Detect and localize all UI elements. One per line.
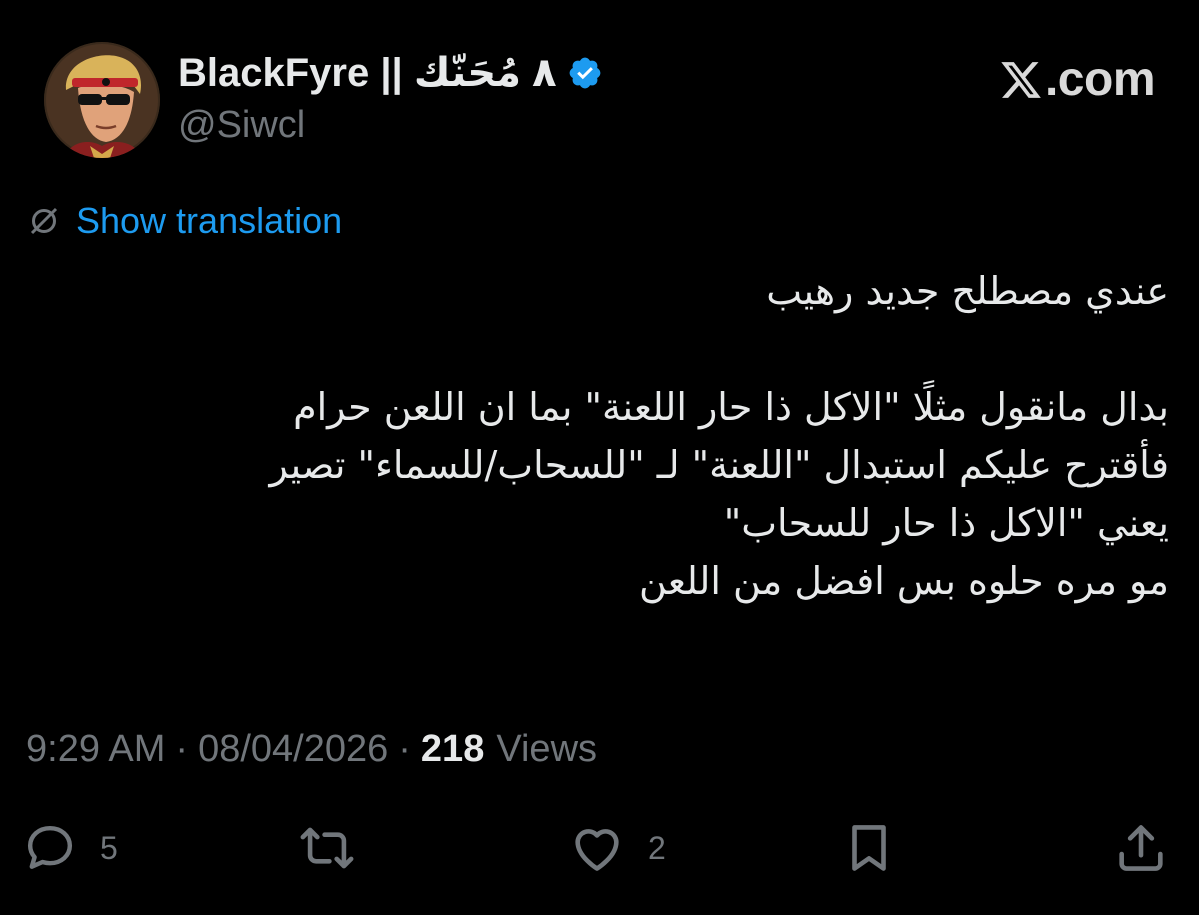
x-logo-icon: [999, 58, 1043, 102]
show-translation-link[interactable]: Show translation: [76, 200, 342, 242]
meta-separator: ·: [398, 728, 411, 770]
meta-separator: ·: [175, 728, 189, 770]
author-name-row: BlackFyre || ٨ مُحَنّك: [178, 50, 603, 96]
reply-button[interactable]: 5: [22, 818, 118, 878]
tweet-line: مو مره حلوه بس افضل من اللعن: [638, 559, 1169, 603]
brand-watermark: .com: [999, 52, 1156, 107]
tweet-line: فأقترح عليكم استبدال "اللعنة" لـ "للسحاب…: [269, 443, 1169, 487]
tweet-date[interactable]: 08/04/2026: [198, 728, 388, 771]
action-bar: 5 2: [0, 818, 1199, 878]
views-label: Views: [496, 728, 598, 770]
like-count: 2: [648, 829, 666, 866]
avatar-icon: [44, 42, 160, 158]
like-button[interactable]: 2: [568, 818, 666, 878]
bookmark-icon: [852, 825, 886, 871]
display-name[interactable]: BlackFyre || ٨ مُحَنّك: [178, 50, 557, 96]
tweet-time[interactable]: 9:29 AM: [26, 728, 165, 771]
tweet-line: يعني "الاكل ذا حار للسحاب": [723, 501, 1169, 545]
views-count: 218: [420, 728, 485, 770]
retweet-button[interactable]: [298, 818, 356, 878]
globe-slash-icon: [26, 203, 62, 239]
tweet-meta: 9:29 AM · 08/04/2026 · 218 Views: [26, 728, 597, 771]
translation-row: Show translation: [26, 200, 342, 242]
bookmark-button[interactable]: [840, 818, 898, 878]
avatar[interactable]: [44, 42, 160, 158]
reply-count: 5: [100, 829, 118, 866]
share-icon: [1119, 825, 1163, 871]
tweet-text: عندي مصطلح جديد رهيب بدال مانقول مثلًا "…: [29, 262, 1169, 610]
tweet-line: بدال مانقول مثلًا "الاكل ذا حار اللعنة" …: [293, 385, 1169, 429]
heart-icon: [575, 829, 619, 871]
tweet-line: عندي مصطلح جديد رهيب: [766, 269, 1169, 313]
author-handle[interactable]: @Siwcl: [178, 104, 305, 147]
verified-badge-icon[interactable]: [567, 55, 603, 91]
retweet-icon: [300, 827, 354, 869]
share-button[interactable]: [1112, 818, 1170, 878]
reply-icon: [27, 825, 73, 869]
brand-text: .com: [1044, 53, 1156, 106]
